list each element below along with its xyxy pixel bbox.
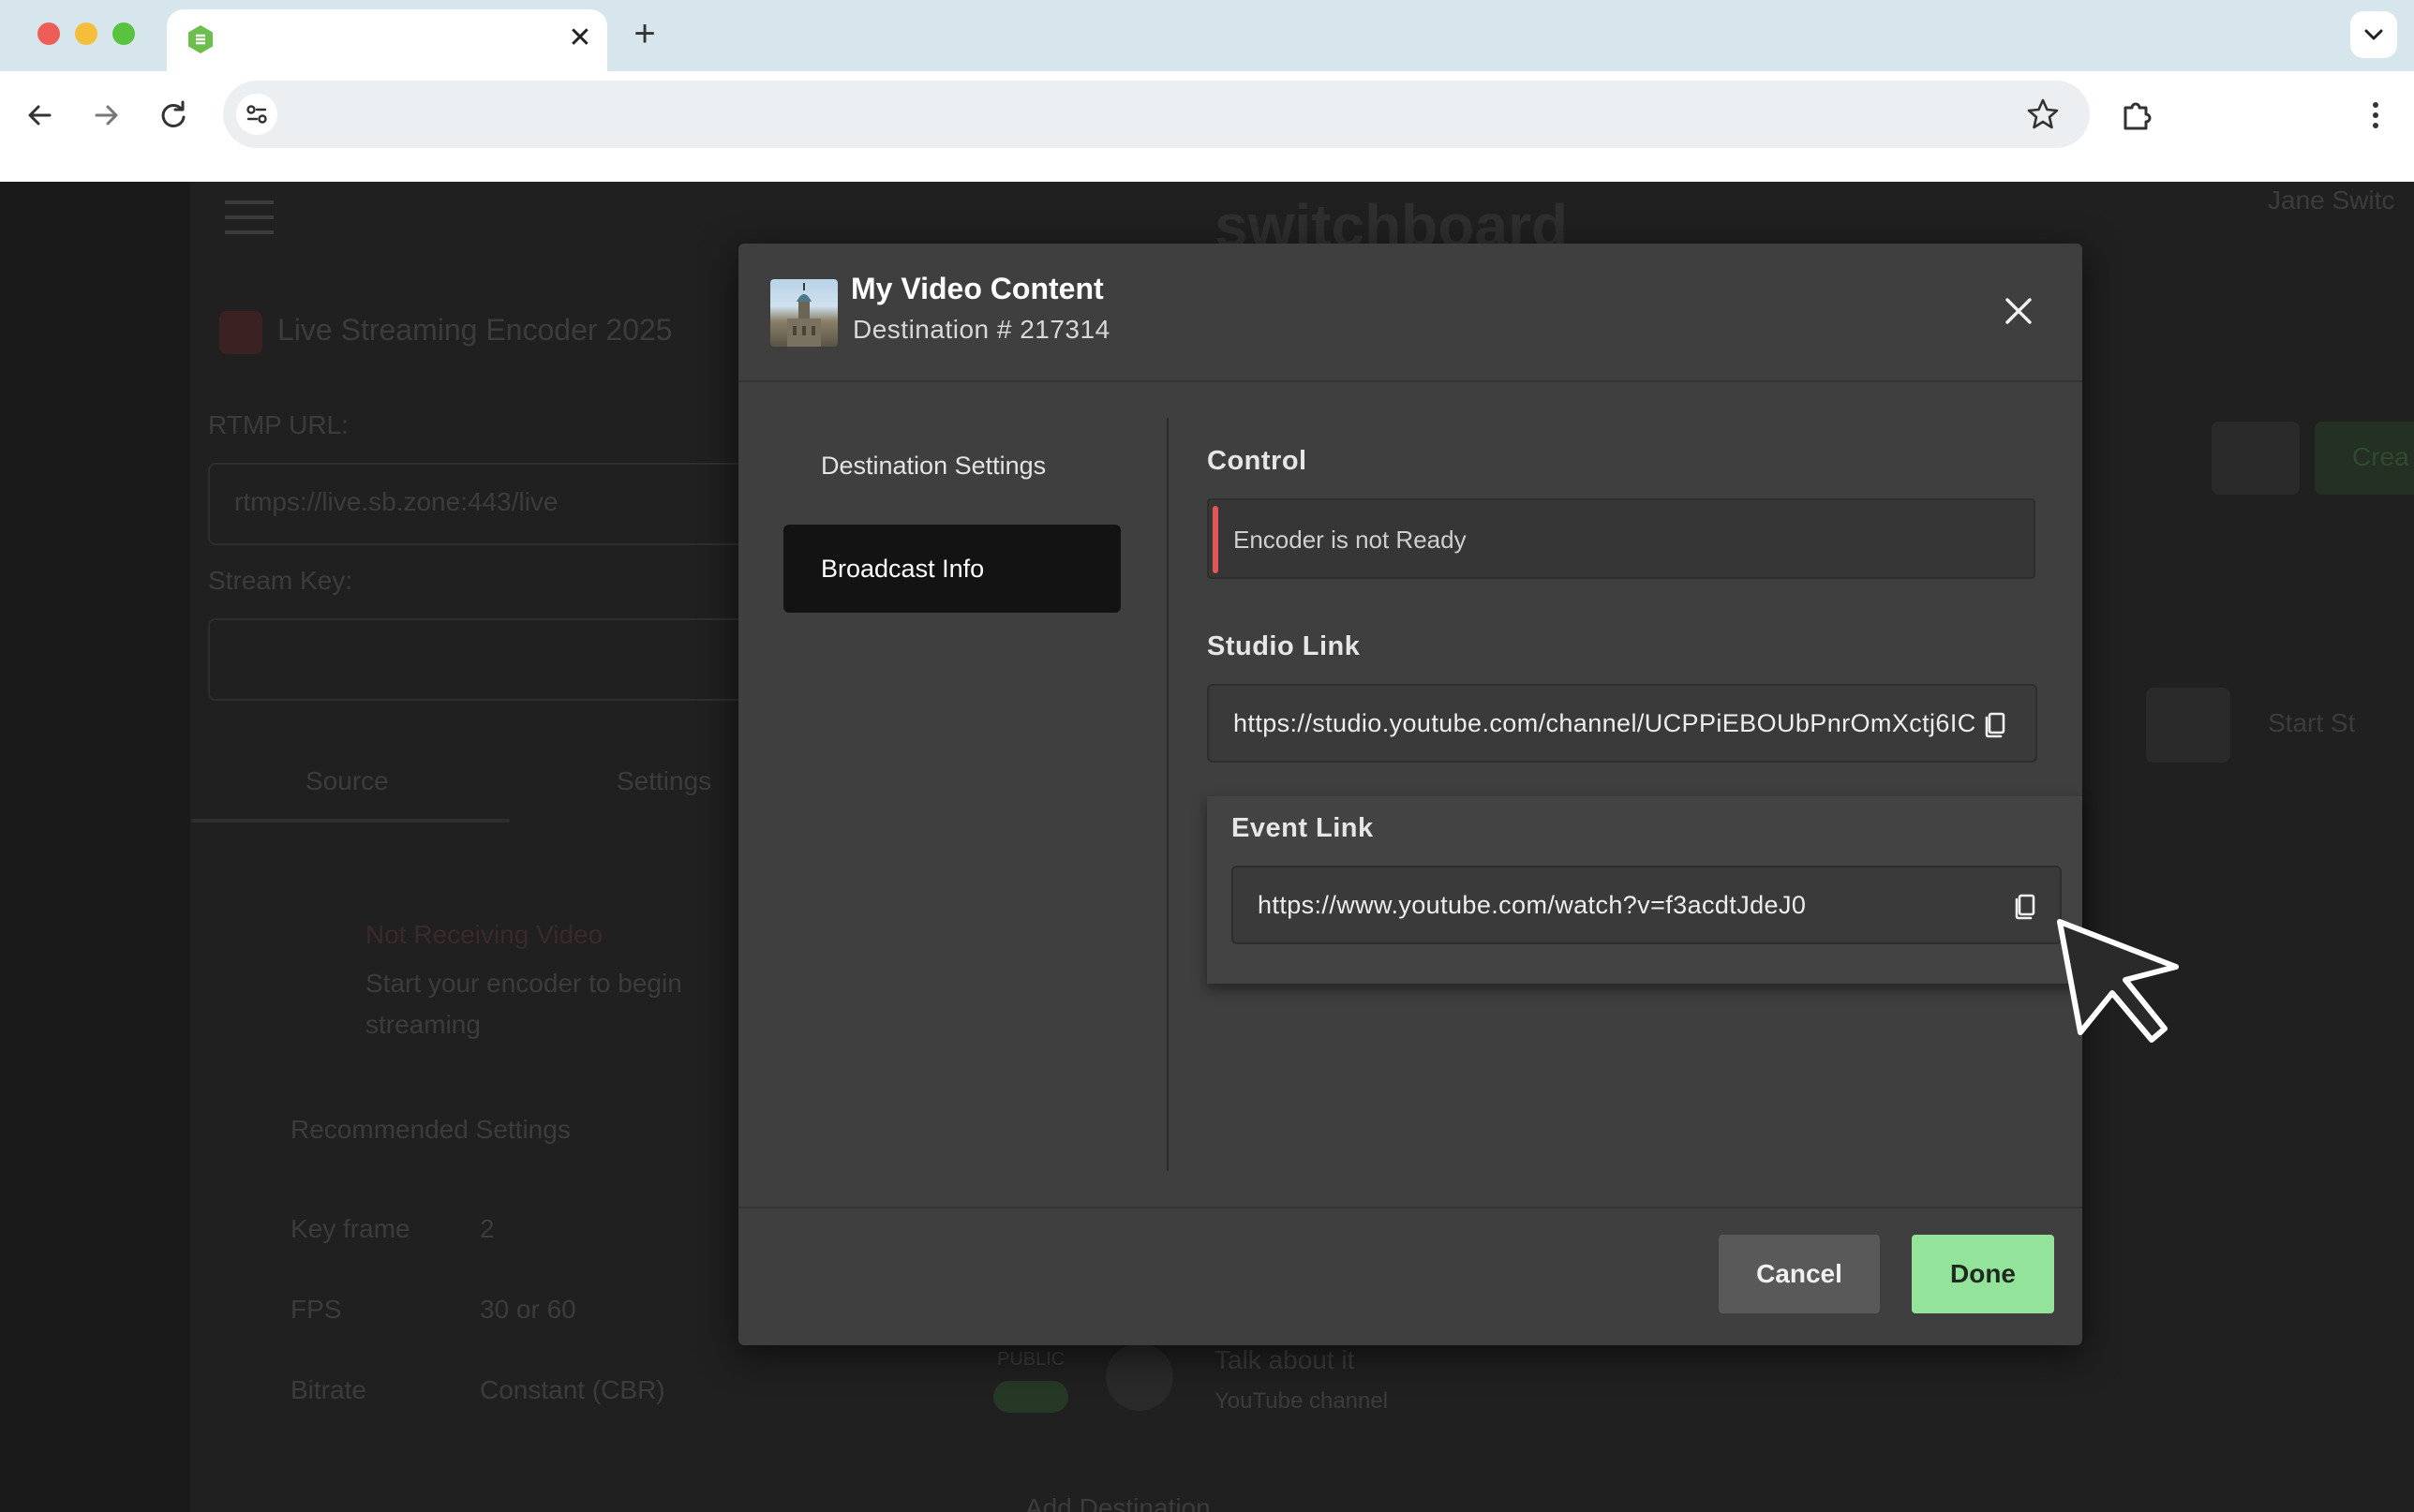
channel-title: Talk about it (1214, 1345, 1355, 1374)
extensions-icon[interactable] (2116, 94, 2159, 137)
channel-avatar (1106, 1343, 1173, 1411)
recommended-settings-title[interactable]: Recommended Settings (291, 1115, 571, 1145)
nav-broadcast-info[interactable]: Broadcast Info (783, 525, 1121, 613)
close-icon[interactable] (1990, 283, 2047, 339)
encoder-title: Live Streaming Encoder 2025 (277, 313, 673, 347)
setting-value: Constant (CBR) (480, 1375, 665, 1404)
stream-key-label: Stream Key: (208, 566, 353, 595)
modal-footer: Cancel Done (738, 1207, 2082, 1345)
status-indicator-bar (1213, 506, 1218, 573)
destination-number: Destination # 217314 (853, 315, 1110, 344)
add-destination-link[interactable]: Add Destination (1025, 1493, 1211, 1512)
event-link-field[interactable]: https://www.youtube.com/watch?v=f3acdtJd… (1231, 866, 2062, 944)
tab-list-chevron-icon (2364, 29, 2383, 40)
destination-thumbnail (770, 279, 838, 347)
window-close-button[interactable] (37, 22, 60, 45)
back-icon[interactable] (19, 94, 62, 137)
address-bar[interactable] (223, 81, 2090, 148)
edit-button[interactable] (2146, 688, 2230, 763)
bookmark-star-icon[interactable] (2022, 94, 2064, 135)
mouse-pointer-icon (2057, 919, 2179, 1043)
copy-icon[interactable] (1977, 704, 2015, 742)
public-toggle[interactable] (993, 1381, 1068, 1413)
modal-header: My Video Content Destination # 217314 (738, 244, 2082, 382)
user-name: Jane Switc (2268, 185, 2395, 215)
destination-modal: My Video Content Destination # 217314 De… (738, 244, 2082, 1345)
browser-tab-strip: ✕ + (0, 0, 2414, 71)
cancel-button[interactable]: Cancel (1719, 1235, 1880, 1313)
toolbar-spacer (0, 159, 2414, 182)
tab-close-icon[interactable]: ✕ (564, 22, 596, 54)
public-label: PUBLIC (997, 1349, 1065, 1370)
event-link-card: Event Link https://www.youtube.com/watch… (1207, 796, 2082, 984)
copy-icon[interactable] (2007, 886, 2045, 924)
studio-link-value: https://studio.youtube.com/channel/UCPPi… (1233, 709, 1976, 737)
tab-source[interactable]: Source (305, 766, 389, 796)
site-info-button[interactable] (236, 94, 277, 135)
modal-title: My Video Content (851, 272, 1104, 305)
window-zoom-button[interactable] (112, 22, 135, 45)
calendar-button[interactable] (2212, 422, 2300, 495)
window-minimize-button[interactable] (75, 22, 97, 45)
setting-value: 2 (480, 1214, 495, 1243)
rtmp-value: rtmps://live.sb.zone:443/live (234, 487, 559, 516)
active-tab-underline (191, 819, 510, 823)
more-menu-icon[interactable] (2354, 94, 2397, 137)
encoder-color-swatch (219, 311, 262, 354)
setting-label: Bitrate (291, 1375, 366, 1404)
studio-link-label: Studio Link (1207, 631, 1361, 661)
encoder-status-box: Encoder is not Ready (1207, 498, 2035, 579)
rtmp-label: RTMP URL: (208, 410, 349, 439)
stream-key-field[interactable] (208, 618, 752, 701)
setting-value: 30 or 60 (480, 1295, 576, 1324)
tab-settings[interactable]: Settings (617, 766, 711, 796)
new-tab-icon[interactable]: + (626, 15, 663, 52)
browser-toolbar (0, 71, 2414, 159)
reload-icon[interactable] (152, 94, 195, 137)
hamburger-menu-icon[interactable] (223, 197, 276, 238)
status-body: Start your encoder to begin streaming (365, 969, 682, 1039)
switchboard-favicon-icon (188, 25, 213, 53)
site-info-icon (246, 105, 267, 124)
tab-list-button[interactable] (2350, 11, 2397, 58)
start-stream-button[interactable]: Start St (2268, 708, 2355, 738)
left-rail (0, 182, 190, 1512)
control-label: Control (1207, 446, 1307, 476)
browser-tab[interactable]: ✕ (167, 9, 607, 71)
status-title: Not Receiving Video (365, 920, 604, 949)
setting-label: FPS (291, 1295, 342, 1324)
forward-icon[interactable] (84, 94, 127, 137)
done-button[interactable]: Done (1912, 1235, 2054, 1313)
nav-destination-settings[interactable]: Destination Settings (783, 422, 1121, 510)
nav-divider (1167, 418, 1169, 1171)
setting-label: Key frame (291, 1214, 410, 1243)
encoder-status-text: Encoder is not Ready (1233, 526, 1467, 554)
event-link-value: https://www.youtube.com/watch?v=f3acdtJd… (1258, 891, 1807, 919)
event-link-label: Event Link (1231, 813, 1374, 843)
create-button-label: Crea (2352, 442, 2409, 471)
channel-subtitle: YouTube channel (1214, 1388, 1389, 1414)
studio-link-field[interactable]: https://studio.youtube.com/channel/UCPPi… (1207, 684, 2037, 763)
